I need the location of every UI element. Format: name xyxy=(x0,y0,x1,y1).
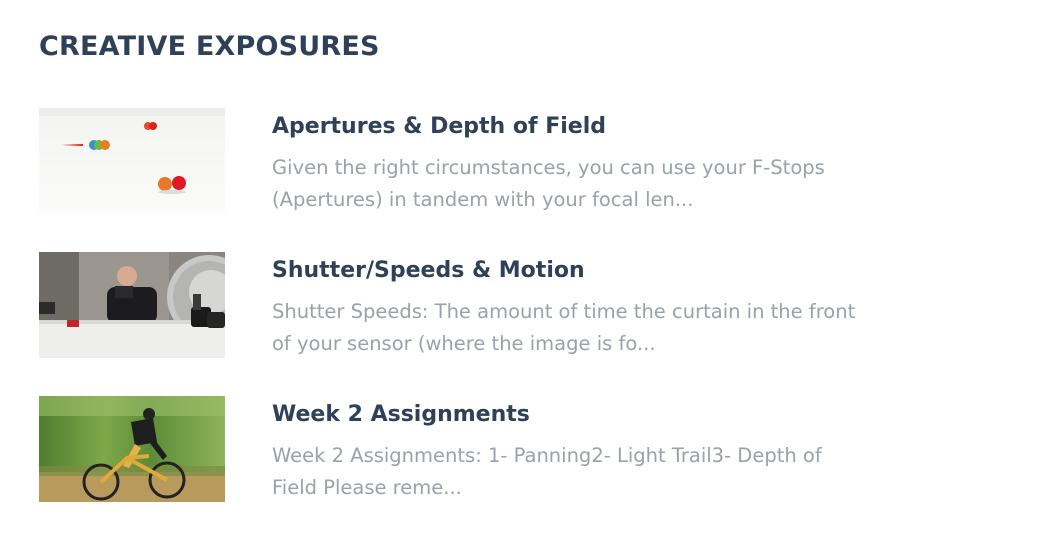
post-title-1[interactable]: Apertures & Depth of Field xyxy=(272,112,606,142)
post-thumbnail-2[interactable] xyxy=(39,252,225,358)
post-thumbnail-3[interactable] xyxy=(39,396,225,502)
post-title-2[interactable]: Shutter/Speeds & Motion xyxy=(272,256,585,286)
section-title: CREATIVE EXPOSURES xyxy=(39,31,380,62)
post-item-3: Week 2 Assignments Week 2 Assignments: 1… xyxy=(39,396,899,502)
post-excerpt-2: Shutter Speeds: The amount of time the c… xyxy=(272,300,856,355)
post-excerpt-3: Week 2 Assignments: 1- Panning2- Light T… xyxy=(272,444,822,499)
post-excerpt-1: Given the right circumstances, you can u… xyxy=(272,156,825,211)
post-title-3[interactable]: Week 2 Assignments xyxy=(272,400,530,430)
post-item-1: Apertures & Depth of Field Given the rig… xyxy=(39,108,899,214)
post-thumbnail-1[interactable] xyxy=(39,108,225,214)
post-item-2: Shutter/Speeds & Motion Shutter Speeds: … xyxy=(39,252,899,358)
